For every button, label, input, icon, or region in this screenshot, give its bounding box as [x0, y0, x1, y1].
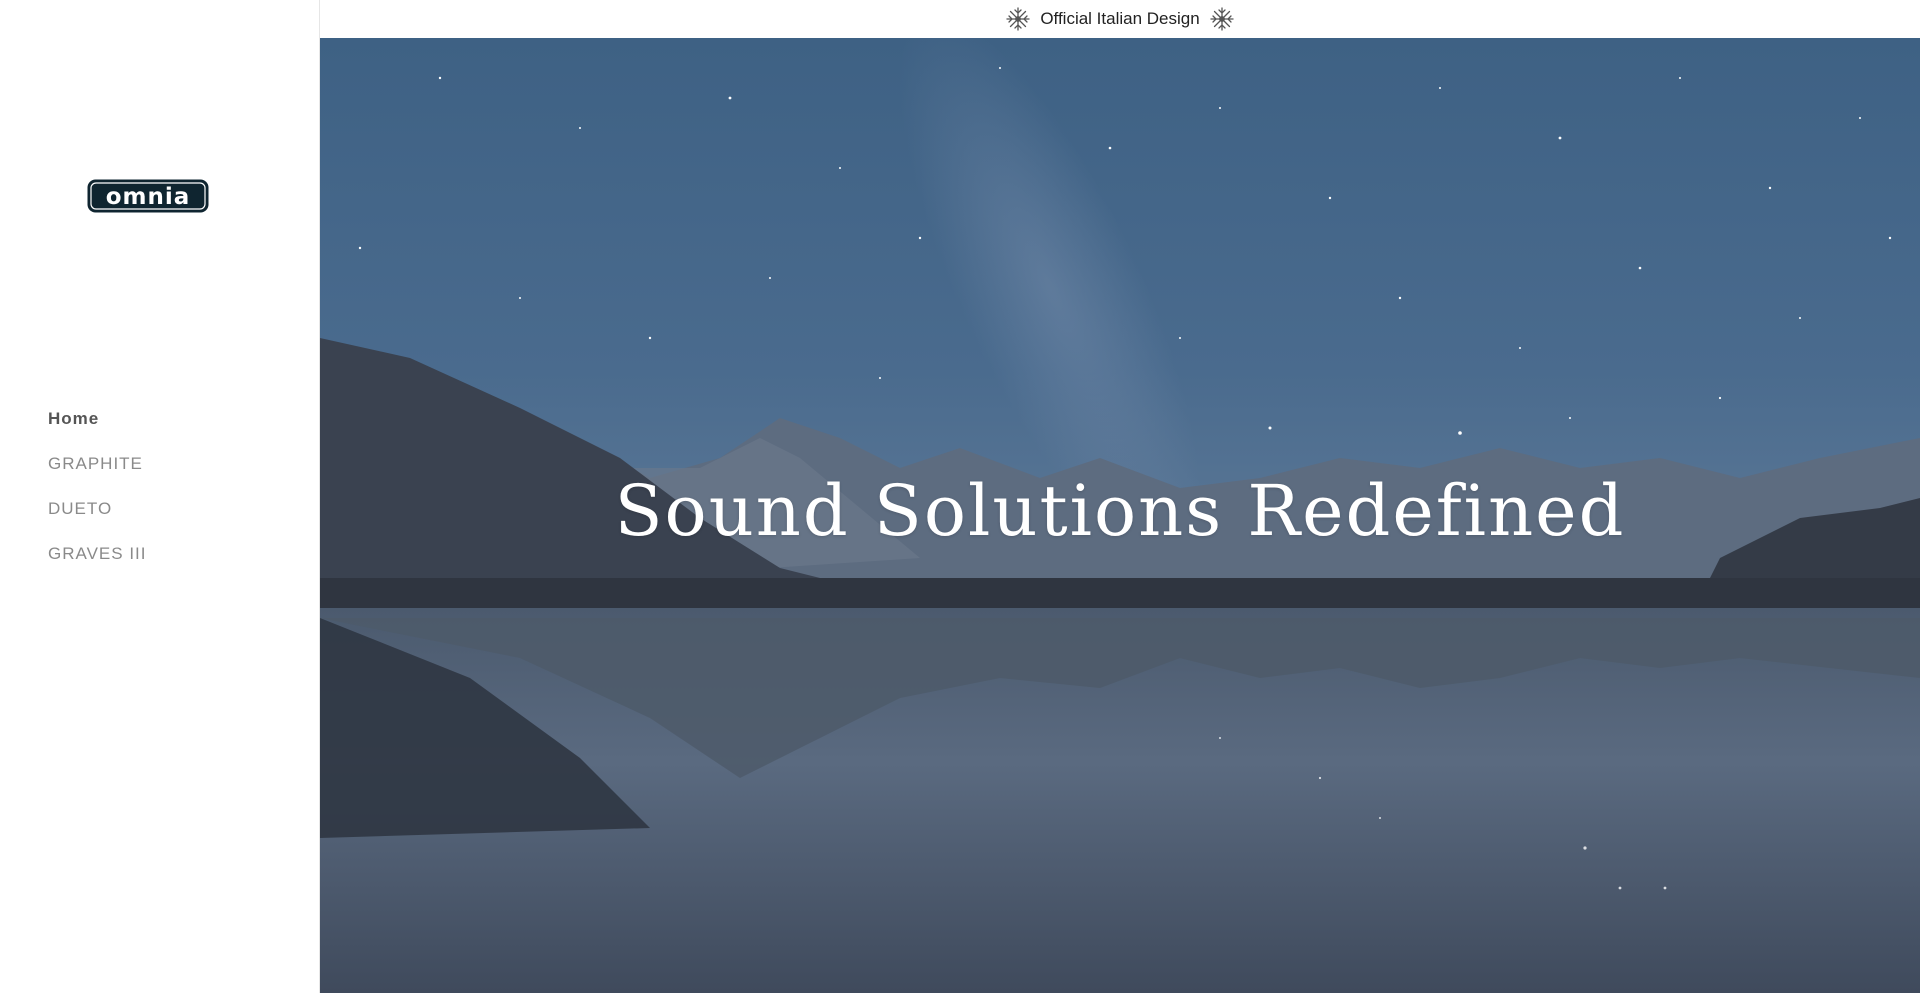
sidebar: omnia Home GRAPHITE DUETO GRAVES III [0, 0, 320, 993]
announcement-bar: Official Italian Design [320, 0, 1920, 38]
nav-item-home[interactable]: Home [48, 404, 147, 449]
snowflake-icon [1210, 7, 1234, 31]
page: omnia Home GRAPHITE DUETO GRAVES III Off… [0, 0, 1920, 993]
nav-item-dueto[interactable]: DUETO [48, 494, 147, 539]
main-nav: Home GRAPHITE DUETO GRAVES III [48, 404, 147, 584]
nav-item-graphite[interactable]: GRAPHITE [48, 449, 147, 494]
hero-banner: Sound Solutions Redefined [320, 38, 1920, 993]
snowflake-icon [1006, 7, 1030, 31]
logo-text: omnia [106, 184, 191, 210]
hero-title: Sound Solutions Redefined [614, 470, 1626, 552]
announcement-text: Official Italian Design [1040, 9, 1200, 28]
omnia-logo[interactable]: omnia [86, 178, 210, 214]
nav-item-graves-iii[interactable]: GRAVES III [48, 539, 147, 584]
